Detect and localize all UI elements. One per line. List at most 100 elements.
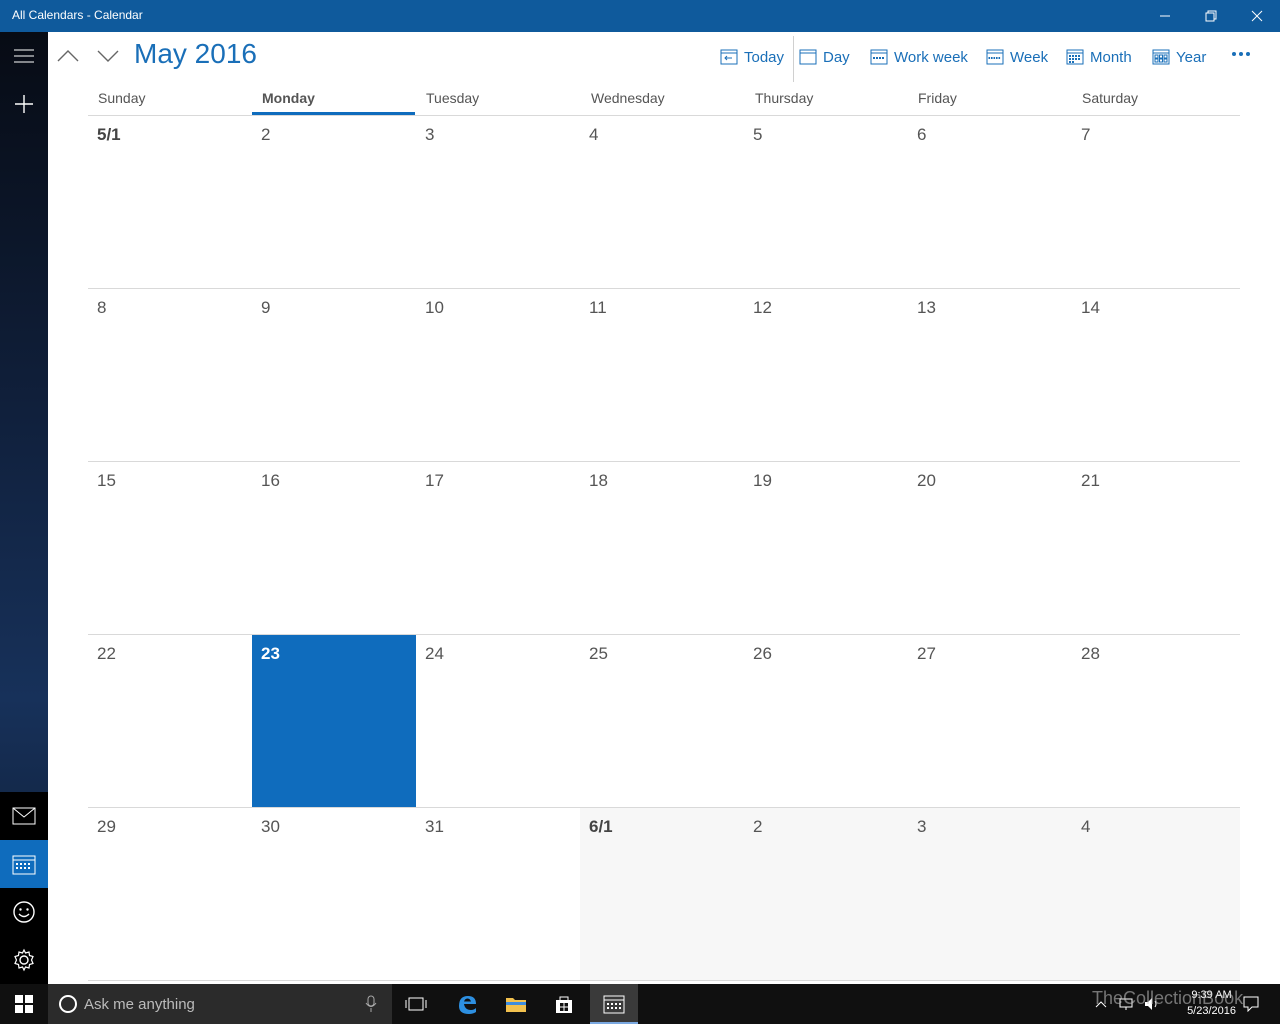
day-number: 6/1 [589, 817, 613, 836]
calendar-button[interactable] [0, 840, 48, 888]
calendar-taskbar-button[interactable] [590, 984, 638, 1024]
minimize-button[interactable] [1142, 0, 1188, 32]
day-cell[interactable]: 9 [252, 289, 416, 461]
weekday-header-monday: Monday [262, 90, 315, 106]
day-number: 5 [753, 125, 763, 144]
day-cell[interactable]: 12 [744, 289, 908, 461]
day-cell[interactable]: 11 [580, 289, 744, 461]
file-explorer-button[interactable] [492, 984, 540, 1024]
day-cell[interactable]: 25 [580, 635, 744, 807]
day-cell[interactable]: 30 [252, 808, 416, 980]
store-button[interactable] [540, 984, 588, 1024]
day-number: 16 [261, 471, 280, 490]
task-view-button[interactable] [392, 984, 440, 1024]
more-options-button[interactable] [1226, 44, 1256, 64]
minimize-icon [1160, 15, 1170, 17]
today-icon [720, 49, 738, 65]
day-cell[interactable]: 18 [580, 462, 744, 634]
plus-icon [15, 95, 33, 113]
restore-button[interactable] [1188, 0, 1234, 32]
edge-browser-button[interactable] [443, 984, 491, 1024]
folder-icon [506, 998, 526, 1012]
windows-logo-icon [15, 995, 33, 1013]
day-number: 24 [425, 644, 444, 663]
day-number: 22 [97, 644, 116, 663]
day-cell[interactable]: 6 [908, 116, 1072, 288]
microphone-icon [365, 995, 377, 1012]
more-dot [1239, 52, 1243, 56]
search-placeholder: Ask me anything [84, 995, 195, 1013]
day-cell[interactable]: 2 [252, 116, 416, 288]
calendar-icon [12, 855, 36, 875]
day-number: 27 [917, 644, 936, 663]
day-cell[interactable]: 19 [744, 462, 908, 634]
day-number: 3 [425, 125, 435, 144]
day-cell[interactable]: 17 [416, 462, 580, 634]
weekday-header-saturday: Saturday [1082, 90, 1139, 106]
day-cell[interactable]: 27 [908, 635, 1072, 807]
settings-button[interactable] [0, 936, 48, 984]
day-cell[interactable]: 4 [580, 116, 744, 288]
weekday-header-wednesday: Wednesday [591, 90, 665, 106]
day-cell[interactable]: 2 [744, 808, 908, 980]
day-cell[interactable]: 16 [252, 462, 416, 634]
work-week-view-button[interactable]: Work week [870, 44, 968, 70]
day-number: 25 [589, 644, 608, 663]
search-box[interactable]: Ask me anything [48, 984, 392, 1024]
day-cell[interactable]: 22 [88, 635, 252, 807]
day-cell[interactable]: 21 [1072, 462, 1240, 634]
day-cell[interactable]: 14 [1072, 289, 1240, 461]
day-cell[interactable]: 5/1 [88, 116, 252, 288]
day-cell[interactable]: 28 [1072, 635, 1240, 807]
more-dot [1232, 52, 1236, 56]
previous-month-button[interactable] [52, 40, 84, 72]
day-cell[interactable]: 20 [908, 462, 1072, 634]
today-button[interactable]: Today [720, 44, 784, 70]
left-rail [0, 32, 48, 984]
day-number: 19 [753, 471, 772, 490]
close-button[interactable] [1234, 0, 1280, 32]
day-cell-today[interactable]: 23 [252, 635, 416, 807]
day-cell[interactable]: 29 [88, 808, 252, 980]
day-cell[interactable]: 4 [1072, 808, 1240, 980]
day-number: 2 [261, 125, 271, 144]
week-view-button[interactable]: Week [986, 44, 1048, 70]
day-view-button[interactable]: Day [799, 44, 850, 70]
day-cell[interactable]: 7 [1072, 116, 1240, 288]
day-cell[interactable]: 13 [908, 289, 1072, 461]
hamburger-menu-button[interactable] [0, 32, 48, 80]
day-number: 26 [753, 644, 772, 663]
feedback-button[interactable] [0, 888, 48, 936]
day-cell[interactable]: 3 [416, 116, 580, 288]
day-cell[interactable]: 24 [416, 635, 580, 807]
work-week-icon [870, 49, 888, 65]
day-cell[interactable]: 15 [88, 462, 252, 634]
day-number: 21 [1081, 471, 1100, 490]
new-event-button[interactable] [0, 80, 48, 128]
restore-icon [1205, 10, 1217, 22]
day-cell[interactable]: 6/1 [580, 808, 744, 980]
year-view-label: Year [1176, 48, 1207, 66]
more-dot [1246, 52, 1250, 56]
month-title[interactable]: May 2016 [134, 38, 257, 70]
day-cell[interactable]: 8 [88, 289, 252, 461]
day-number: 9 [261, 298, 271, 317]
close-icon [1251, 10, 1263, 22]
mail-button[interactable] [0, 792, 48, 840]
day-number: 4 [589, 125, 599, 144]
day-cell[interactable]: 10 [416, 289, 580, 461]
day-cell[interactable]: 31 [416, 808, 580, 980]
next-month-button[interactable] [92, 40, 124, 72]
day-number: 3 [917, 817, 927, 836]
month-view-label: Month [1090, 48, 1132, 66]
year-view-button[interactable]: Year [1152, 44, 1206, 70]
day-number: 11 [589, 298, 607, 317]
day-number: 31 [425, 817, 444, 836]
day-cell[interactable]: 26 [744, 635, 908, 807]
start-button[interactable] [0, 984, 48, 1024]
chevron-up-icon [57, 50, 79, 62]
day-number: 14 [1081, 298, 1100, 317]
day-cell[interactable]: 3 [908, 808, 1072, 980]
month-view-button[interactable]: Month [1066, 44, 1132, 70]
day-cell[interactable]: 5 [744, 116, 908, 288]
